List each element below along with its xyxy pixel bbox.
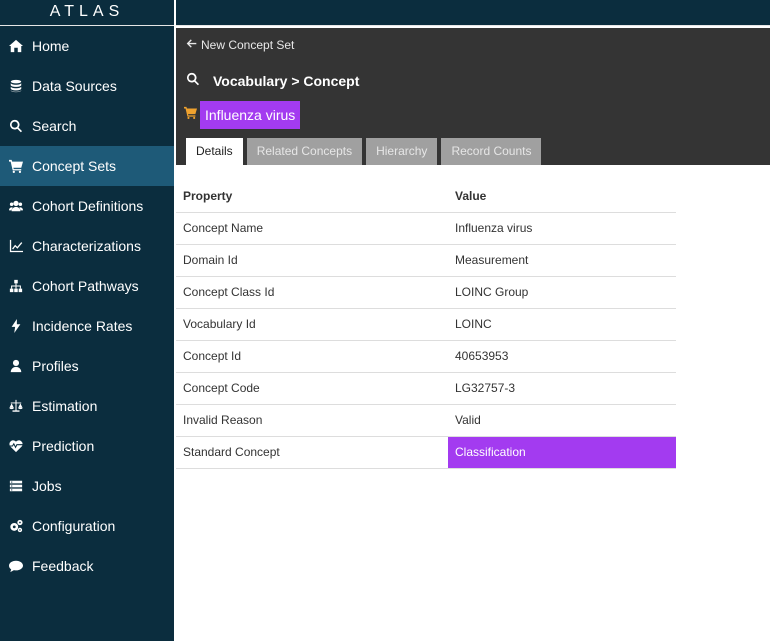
table-row: Vocabulary Id LOINC: [176, 308, 676, 341]
table-row: Standard Concept Classification: [176, 436, 676, 469]
sidebar-item-label: Configuration: [32, 518, 116, 534]
list-icon: [9, 479, 32, 493]
app-root: ATLAS Home Data Sources Search Concept Sets…: [0, 0, 770, 641]
back-to-concept-set-link[interactable]: New Concept Set: [186, 38, 294, 52]
arrow-left-icon: [186, 38, 201, 52]
value-cell: Classification: [448, 436, 676, 469]
nav-list: Home Data Sources Search Concept Sets Cohort…: [0, 26, 174, 586]
property-cell: Concept Id: [176, 340, 448, 373]
database-icon: [9, 79, 32, 93]
table-row: Invalid Reason Valid: [176, 404, 676, 437]
sidebar-item-home[interactable]: Home: [0, 26, 174, 66]
sidebar-item-concept-sets[interactable]: Concept Sets: [0, 146, 174, 186]
column-header-property[interactable]: Property: [176, 180, 448, 213]
sidebar-item-characterizations[interactable]: Characterizations: [0, 226, 174, 266]
table-row: Concept Name Influenza virus: [176, 212, 676, 245]
back-link-label: New Concept Set: [201, 38, 295, 52]
value-cell: LOINC Group: [448, 276, 676, 309]
search-icon: [9, 119, 32, 133]
property-cell: Vocabulary Id: [176, 308, 448, 341]
value-cell: LOINC: [448, 308, 676, 341]
sidebar-item-prediction[interactable]: Prediction: [0, 426, 174, 466]
table-row: Concept Id 40653953: [176, 340, 676, 373]
sidebar-item-label: Search: [32, 118, 77, 134]
value-cell: Valid: [448, 404, 676, 437]
property-cell: Concept Class Id: [176, 276, 448, 309]
column-header-value[interactable]: Value: [448, 180, 676, 213]
sitemap-icon: [9, 279, 32, 293]
sidebar-item-cohort-definitions[interactable]: Cohort Definitions: [0, 186, 174, 226]
line-chart-icon: [9, 239, 32, 253]
sidebar-item-label: Cohort Pathways: [32, 278, 139, 294]
tab-record-counts[interactable]: Record Counts: [441, 138, 542, 165]
tab-related-concepts[interactable]: Related Concepts: [246, 138, 363, 165]
sidebar-item-label: Estimation: [32, 398, 98, 414]
sidebar-item-configuration[interactable]: Configuration: [0, 506, 174, 546]
property-cell: Domain Id: [176, 244, 448, 277]
sidebar-item-label: Home: [32, 38, 70, 54]
sidebar-item-label: Feedback: [32, 558, 94, 574]
concept-header: New Concept Set Vocabulary > Concept Inf…: [176, 28, 770, 165]
concept-name-badge: Influenza virus: [200, 101, 301, 129]
value-cell: Measurement: [448, 244, 676, 277]
table-header-row: Property Value: [176, 180, 676, 213]
breadcrumb-text: Vocabulary > Concept: [213, 72, 360, 89]
sidebar-item-data-sources[interactable]: Data Sources: [0, 66, 174, 106]
sidebar-item-label: Prediction: [32, 438, 95, 454]
property-cell: Standard Concept: [176, 436, 448, 469]
cart-icon: [9, 159, 32, 173]
sidebar-item-label: Concept Sets: [32, 158, 117, 174]
heartbeat-icon: [9, 439, 32, 453]
user-icon: [9, 359, 32, 373]
sidebar-item-feedback[interactable]: Feedback: [0, 546, 174, 586]
property-cell: Invalid Reason: [176, 404, 448, 437]
concept-title-row: Influenza virus: [184, 101, 301, 129]
users-icon: [9, 199, 32, 213]
app-logo[interactable]: ATLAS: [0, 0, 174, 26]
bolt-icon: [9, 319, 32, 333]
breadcrumb: Vocabulary > Concept: [186, 72, 359, 89]
sidebar-item-jobs[interactable]: Jobs: [0, 466, 174, 506]
table-row: Domain Id Measurement: [176, 244, 676, 277]
value-cell: LG32757-3: [448, 372, 676, 405]
shopping-cart-icon[interactable]: [184, 106, 197, 124]
table-row: Concept Code LG32757-3: [176, 372, 676, 405]
value-cell: 40653953: [448, 340, 676, 373]
sidebar-item-profiles[interactable]: Profiles: [0, 346, 174, 386]
sidebar-item-estimation[interactable]: Estimation: [0, 386, 174, 426]
comment-icon: [9, 559, 32, 573]
sidebar-item-incidence-rates[interactable]: Incidence Rates: [0, 306, 174, 346]
sidebar-item-label: Profiles: [32, 358, 79, 374]
value-cell: Influenza virus: [448, 212, 676, 245]
property-cell: Concept Name: [176, 212, 448, 245]
table-body: Concept Name Influenza virus Domain Id Meas…: [176, 212, 676, 469]
search-icon: [186, 72, 213, 89]
sidebar-item-label: Characterizations: [32, 238, 141, 254]
sidebar-item-search[interactable]: Search: [0, 106, 174, 146]
sidebar-item-label: Cohort Definitions: [32, 198, 144, 214]
tab-hierarchy[interactable]: Hierarchy: [366, 138, 438, 165]
sidebar-item-label: Incidence Rates: [32, 318, 133, 334]
table-row: Concept Class Id LOINC Group: [176, 276, 676, 309]
top-bar: [176, 0, 770, 26]
balance-scale-icon: [9, 399, 32, 413]
property-cell: Concept Code: [176, 372, 448, 405]
sidebar: ATLAS Home Data Sources Search Concept Sets…: [0, 0, 174, 641]
sidebar-item-label: Jobs: [32, 478, 62, 494]
tab-details[interactable]: Details: [186, 138, 243, 165]
tab-bar: Details Related Concepts Hierarchy Record C…: [186, 138, 545, 165]
concept-details-table: Property Value Concept Name Influenza vir…: [176, 180, 676, 469]
sidebar-item-cohort-pathways[interactable]: Cohort Pathways: [0, 266, 174, 306]
cogs-icon: [9, 519, 32, 533]
home-icon: [9, 39, 32, 53]
sidebar-item-label: Data Sources: [32, 78, 117, 94]
